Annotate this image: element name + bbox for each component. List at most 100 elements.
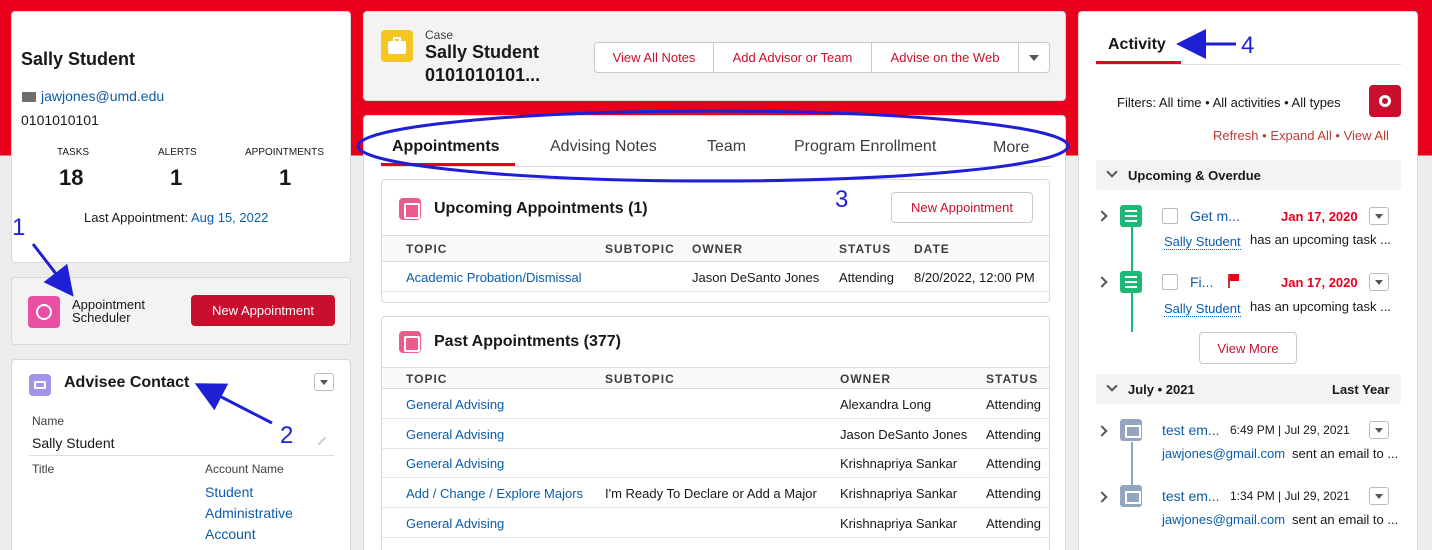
row-owner: Krishnapriya Sankar <box>840 486 958 501</box>
task-date: Jan 17, 2020 <box>1281 209 1358 224</box>
account-link-line3[interactable]: Account <box>205 526 256 542</box>
stat-alerts-value[interactable]: 1 <box>170 165 182 191</box>
timeline-item: test em... 6:49 PM | Jul 29, 2021 jawjon… <box>1096 417 1406 467</box>
row-owner: Jason DeSanto Jones <box>840 427 968 442</box>
account-link-line2[interactable]: Administrative <box>205 505 293 521</box>
task-title-link[interactable]: Get m... <box>1190 208 1240 224</box>
task-checkbox[interactable] <box>1162 208 1178 224</box>
contact-menu-dropdown[interactable] <box>314 373 334 391</box>
flag-icon <box>1228 274 1239 288</box>
row-topic-link[interactable]: General Advising <box>406 456 504 471</box>
col-subtopic[interactable]: SUBTOPIC <box>605 242 675 256</box>
col-topic[interactable]: TOPIC <box>406 372 447 386</box>
month-right-label: Last Year <box>1332 382 1390 397</box>
chevron-down-icon <box>1029 54 1039 61</box>
filter-settings-button[interactable] <box>1369 85 1401 117</box>
chevron-right-icon[interactable] <box>1096 210 1108 222</box>
new-appointment-button[interactable]: New Appointment <box>191 295 335 326</box>
annotation-label-1: 1 <box>12 214 26 241</box>
row-topic-link[interactable]: Add / Change / Explore Majors <box>406 486 583 501</box>
email-actions-dropdown[interactable] <box>1369 421 1389 439</box>
stat-tasks-label: TASKS <box>57 147 90 158</box>
case-header: Case Sally Student 0101010101... View Al… <box>363 11 1066 101</box>
view-all-link[interactable]: View All <box>1344 128 1389 143</box>
tab-advising-notes[interactable]: Advising Notes <box>550 138 657 156</box>
task-title-link[interactable]: Fi... <box>1190 274 1213 290</box>
edit-pencil-icon[interactable] <box>317 436 327 446</box>
email-link[interactable]: jawjones@umd.edu <box>41 88 164 104</box>
email-title-link[interactable]: test em... <box>1162 488 1220 504</box>
task-description: has an upcoming task ... <box>1250 232 1391 247</box>
advise-on-web-button[interactable]: Advise on the Web <box>871 42 1019 73</box>
table-row: General Advising Krishnapriya Sankar Att… <box>382 448 1049 478</box>
activity-tab[interactable]: Activity <box>1108 36 1166 54</box>
tab-more[interactable]: More <box>993 139 1029 157</box>
email-sender-link[interactable]: jawjones@gmail.com <box>1162 446 1285 461</box>
scheduler-card: Appointment Scheduler New Appointment <box>11 277 351 345</box>
col-owner[interactable]: OWNER <box>840 372 891 386</box>
chevron-right-icon[interactable] <box>1096 276 1108 288</box>
timeline-item: Get m... Jan 17, 2020 Sally Student has … <box>1096 202 1406 252</box>
col-subtopic[interactable]: SUBTOPIC <box>605 372 675 386</box>
task-actions-dropdown[interactable] <box>1369 207 1389 225</box>
email-description: sent an email to ... <box>1292 446 1399 461</box>
view-more-button[interactable]: View More <box>1199 332 1297 364</box>
task-owner-link[interactable]: Sally Student <box>1164 234 1241 250</box>
col-status[interactable]: STATUS <box>839 242 891 256</box>
task-checkbox[interactable] <box>1162 274 1178 290</box>
chevron-right-icon[interactable] <box>1096 491 1108 503</box>
name-label: Name <box>32 414 65 428</box>
email-icon <box>1120 485 1142 507</box>
last-appointment-date[interactable]: Aug 15, 2022 <box>191 210 268 225</box>
email-title-link[interactable]: test em... <box>1162 422 1220 438</box>
upcoming-new-appointment-button[interactable]: New Appointment <box>891 192 1033 223</box>
expand-all-link[interactable]: Expand All <box>1270 128 1331 143</box>
col-owner[interactable]: OWNER <box>692 242 743 256</box>
col-status[interactable]: STATUS <box>986 372 1038 386</box>
past-header-row: TOPIC SUBTOPIC OWNER STATUS DA <box>382 367 1049 389</box>
activity-filters: Filters: All time • All activities • All… <box>1117 95 1341 110</box>
task-actions-dropdown[interactable] <box>1369 273 1389 291</box>
stat-alerts-label: ALERTS <box>158 147 197 158</box>
email-sender-link[interactable]: jawjones@gmail.com <box>1162 512 1285 527</box>
table-row: General Advising Jason DeSanto Jones Att… <box>382 419 1049 449</box>
task-description: has an upcoming task ... <box>1250 299 1391 314</box>
stat-appointments-label: APPOINTMENTS <box>245 147 324 158</box>
upcoming-overdue-header[interactable]: Upcoming & Overdue <box>1096 160 1401 190</box>
briefcase-icon <box>381 30 413 62</box>
contact-title: Advisee Contact <box>64 374 190 391</box>
row-topic-link[interactable]: Academic Probation/Dismissal <box>406 270 582 285</box>
tab-team[interactable]: Team <box>707 138 746 156</box>
case-name: Sally Student <box>425 42 540 62</box>
add-advisor-button[interactable]: Add Advisor or Team <box>713 42 872 73</box>
alarm-clock-icon <box>28 296 60 328</box>
col-topic[interactable]: TOPIC <box>406 242 447 256</box>
case-actions-dropdown[interactable] <box>1018 42 1050 73</box>
stat-tasks-value[interactable]: 18 <box>59 165 83 191</box>
account-name-label: Account Name <box>205 462 284 476</box>
view-all-notes-button[interactable]: View All Notes <box>594 42 714 73</box>
row-topic-link[interactable]: General Advising <box>406 397 504 412</box>
col-date[interactable]: DATE <box>914 242 950 256</box>
tab-appointments[interactable]: Appointments <box>392 138 500 156</box>
email-actions-dropdown[interactable] <box>1369 487 1389 505</box>
task-owner-link[interactable]: Sally Student <box>1164 301 1241 317</box>
timeline-item: Fi... Jan 17, 2020 Sally Student has an … <box>1096 268 1406 318</box>
month-header[interactable]: July • 2021 Last Year <box>1096 374 1401 404</box>
row-topic-link[interactable]: General Advising <box>406 516 504 531</box>
refresh-link[interactable]: Refresh <box>1213 128 1259 143</box>
stat-appointments-value[interactable]: 1 <box>279 165 291 191</box>
chevron-down-icon <box>1106 380 1118 392</box>
row-topic-link[interactable]: General Advising <box>406 427 504 442</box>
chevron-right-icon[interactable] <box>1096 425 1108 437</box>
gear-icon <box>1379 95 1391 107</box>
tab-program-enrollment[interactable]: Program Enrollment <box>794 138 936 156</box>
row-subtopic: I'm Ready To Declare or Add a Major <box>605 486 817 501</box>
case-number: 0101010101... <box>425 65 541 85</box>
row-status: Attending <box>986 427 1041 442</box>
student-id: 0101010101 <box>21 112 99 128</box>
case-label: Case <box>425 28 454 42</box>
annotation-label-3: 3 <box>835 186 849 213</box>
account-link-line1[interactable]: Student <box>205 484 253 500</box>
task-date: Jan 17, 2020 <box>1281 275 1358 290</box>
